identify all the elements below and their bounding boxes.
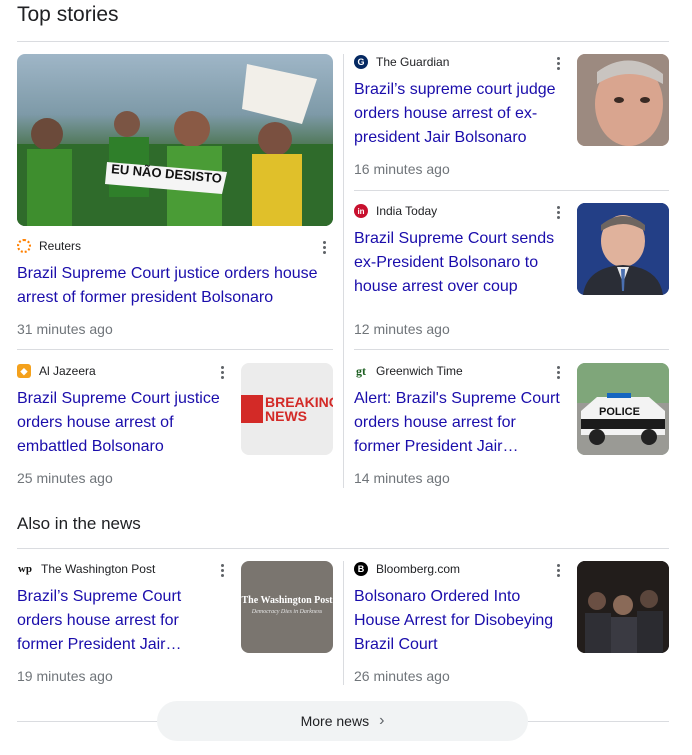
wapo-tagline-text: Democracy Dies in Darkness <box>251 609 323 615</box>
more-options-icon[interactable] <box>215 562 229 578</box>
also-in-news-title: Also in the news <box>17 514 141 533</box>
bolsonaro-suit-thumbnail[interactable] <box>577 203 669 295</box>
featured-image[interactable]: EU NÃO DESISTO <box>17 54 333 226</box>
timestamp: 12 minutes ago <box>354 321 450 337</box>
divider <box>17 349 333 350</box>
more-options-icon[interactable] <box>317 239 331 255</box>
more-news-button[interactable]: More news › <box>157 701 528 741</box>
more-news-label: More news <box>300 713 370 729</box>
headline-link[interactable]: Alert: Brazil's Supreme Court orders hou… <box>354 387 564 459</box>
reuters-logo-icon <box>17 239 31 253</box>
column-divider <box>343 54 344 488</box>
wapo-masthead-text: The Washington Post <box>241 595 333 606</box>
india-today-logo-icon: in <box>354 204 368 218</box>
breaking-news-text: BREAKING NEWS <box>265 394 333 424</box>
headline-link[interactable]: Brazil’s Supreme Court orders house arre… <box>17 585 227 657</box>
divider <box>354 349 669 350</box>
source-name: The Washington Post <box>41 562 156 576</box>
timestamp: 14 minutes ago <box>354 470 450 486</box>
source-name: Greenwich Time <box>376 364 463 378</box>
greenwich-time-logo-icon: gt <box>354 363 368 378</box>
chevron-right-icon: › <box>379 712 385 729</box>
column-divider <box>343 561 344 685</box>
police-text: POLICE <box>599 406 640 418</box>
headline-link[interactable]: Bolsonaro Ordered Into House Arrest for … <box>354 585 564 657</box>
breaking-news-thumbnail[interactable]: BREAKING NEWS <box>241 363 333 455</box>
headline-link[interactable]: Brazil Supreme Court sends ex-President … <box>354 227 564 299</box>
more-options-icon[interactable] <box>551 562 565 578</box>
wapo-thumbnail[interactable]: The Washington Post Democracy Dies in Da… <box>241 561 333 653</box>
divider <box>17 41 669 42</box>
source-india-today[interactable]: in India Today <box>354 203 437 219</box>
bloomberg-logo-icon: B <box>354 562 368 576</box>
divider <box>354 190 669 191</box>
timestamp: 16 minutes ago <box>354 161 450 177</box>
source-guardian[interactable]: G The Guardian <box>354 54 449 70</box>
timestamp: 25 minutes ago <box>17 470 113 486</box>
source-reuters[interactable]: Reuters <box>17 238 81 254</box>
guardian-logo-icon: G <box>354 55 368 69</box>
bolsonaro-portrait-thumbnail[interactable] <box>577 54 669 146</box>
top-stories-title: Top stories <box>17 3 119 26</box>
al-jazeera-logo-icon: ◆ <box>17 364 31 378</box>
headline-link[interactable]: Brazil’s supreme court judge orders hous… <box>354 78 564 150</box>
source-washington-post[interactable]: wp The Washington Post <box>17 561 155 577</box>
divider <box>17 548 669 549</box>
timestamp: 26 minutes ago <box>354 668 450 684</box>
crowd-night-thumbnail[interactable] <box>577 561 669 653</box>
source-name: India Today <box>376 204 438 218</box>
timestamp: 31 minutes ago <box>17 321 113 337</box>
more-options-icon[interactable] <box>551 204 565 220</box>
headline-link[interactable]: Brazil Supreme Court justice orders hous… <box>17 387 227 459</box>
source-name: The Guardian <box>376 55 450 69</box>
police-car-thumbnail[interactable]: POLICE <box>577 363 669 455</box>
al-jazeera-mark-icon <box>241 395 263 423</box>
headline-link[interactable]: Brazil Supreme Court justice orders hous… <box>17 262 333 310</box>
more-options-icon[interactable] <box>215 364 229 380</box>
source-bloomberg[interactable]: B Bloomberg.com <box>354 561 460 577</box>
source-name: Bloomberg.com <box>376 562 461 576</box>
timestamp: 19 minutes ago <box>17 668 113 684</box>
more-options-icon[interactable] <box>551 364 565 380</box>
source-greenwich-time[interactable]: gt Greenwich Time <box>354 363 463 379</box>
source-al-jazeera[interactable]: ◆ Al Jazeera <box>17 363 96 379</box>
wapo-logo-icon: wp <box>17 562 33 576</box>
more-options-icon[interactable] <box>551 55 565 71</box>
source-name: Reuters <box>39 239 82 253</box>
source-name: Al Jazeera <box>39 364 96 378</box>
